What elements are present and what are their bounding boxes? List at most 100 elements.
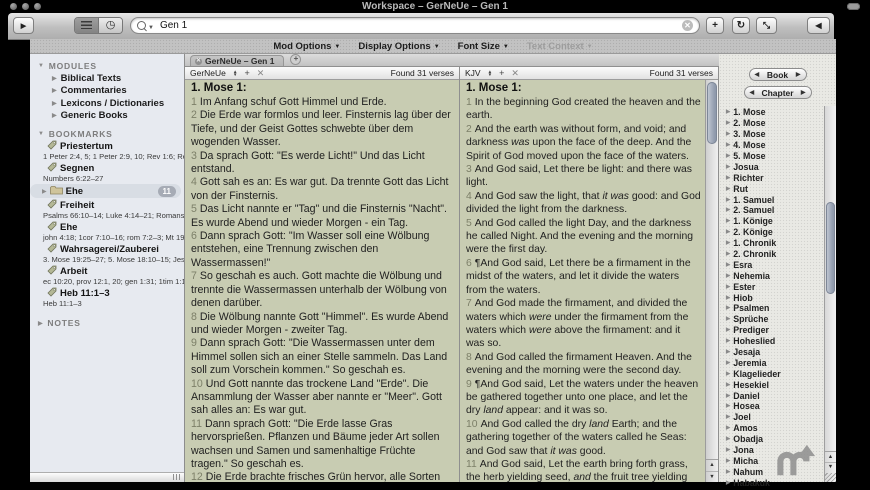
toolbar-toggle-lozenge-button[interactable] bbox=[847, 3, 860, 10]
book-item-1-k-nige[interactable]: ▶ 1. Könige bbox=[726, 216, 836, 227]
book-item-2-k-nige[interactable]: ▶ 2. Könige bbox=[726, 227, 836, 238]
verse: 3 Da sprach Gott: "Es werde Licht!" Und d… bbox=[191, 149, 425, 176]
bookmark-folder-ehe[interactable]: ▶ Ehe 11 bbox=[30, 184, 181, 198]
menu-item-font-size[interactable]: Font Size ▼ bbox=[458, 41, 509, 52]
book-item-hoheslied[interactable]: ▶ Hoheslied bbox=[726, 336, 836, 347]
bookmark-item[interactable]: Arbeit ec 10:20, prov 12:1, 20; gen 1:31;… bbox=[30, 265, 184, 286]
scroll-up-icon[interactable]: ▲ bbox=[825, 452, 836, 462]
expand-window-button[interactable]: ⤡ bbox=[756, 17, 777, 34]
menu-item-mod-options[interactable]: Mod Options ▼ bbox=[273, 41, 340, 52]
history-view-button[interactable]: ◷ bbox=[98, 18, 122, 33]
book-item-nehemia[interactable]: ▶ Nehemia bbox=[726, 270, 836, 281]
next-chapter-icon[interactable]: ▶ bbox=[801, 89, 806, 96]
module-select[interactable]: GerNeUe bbox=[190, 68, 226, 78]
book-item-klagelieder[interactable]: ▶ Klagelieder bbox=[726, 368, 836, 379]
bookmark-item[interactable]: Segnen Numbers 6:22–27 bbox=[30, 162, 184, 183]
close-pane-button[interactable]: ✕ bbox=[511, 68, 519, 78]
close-window-button[interactable] bbox=[10, 3, 17, 10]
book-label: 2. Mose bbox=[733, 118, 766, 129]
search-input[interactable]: Gen 1 bbox=[160, 20, 682, 31]
next-book-icon[interactable]: ▶ bbox=[796, 71, 801, 78]
sidebar-toggle-button[interactable]: ◀ bbox=[807, 17, 830, 34]
instant-details-button[interactable]: ▶ bbox=[13, 17, 34, 34]
search-menu-chevron-icon[interactable]: ▼ bbox=[148, 25, 154, 31]
add-pane-button[interactable]: + bbox=[499, 68, 504, 78]
tab-gerneue-gen1[interactable]: ✕ GerNeUe – Gen 1 bbox=[190, 55, 285, 66]
book-item-josua[interactable]: ▶ Josua bbox=[726, 161, 836, 172]
scrollbar-grip-icon[interactable] bbox=[173, 474, 182, 480]
bookmark-item[interactable]: Wahrsagerei/Zauberei 3. Mose 19:25–27; 5.… bbox=[30, 243, 184, 264]
verse-number: 12 bbox=[191, 471, 203, 482]
previous-chapter-icon[interactable]: ◀ bbox=[750, 89, 755, 96]
book-item-2-mose[interactable]: ▶ 2. Mose bbox=[726, 118, 836, 129]
book-item-obadja[interactable]: ▶ Obadja bbox=[726, 434, 836, 445]
gerneue-text-body[interactable]: 1. Mose 1: 1 Im Anfang schuf Gott Himmel … bbox=[185, 80, 459, 482]
sidebar-horizontal-scrollbar[interactable] bbox=[30, 472, 184, 482]
kjv-text-body[interactable]: 1. Mose 1: 1 In the beginning God created… bbox=[460, 80, 718, 482]
search-field[interactable]: ▼ Gen 1 ✕ bbox=[130, 17, 700, 34]
book-item-5-mose[interactable]: ▶ 5. Mose bbox=[726, 151, 836, 162]
verse-number: 4 bbox=[466, 190, 472, 202]
module-select[interactable]: KJV bbox=[465, 68, 481, 78]
scroll-down-icon[interactable]: ▼ bbox=[706, 470, 718, 483]
list-view-button[interactable] bbox=[75, 18, 98, 33]
book-item-hiob[interactable]: ▶ Hiob bbox=[726, 292, 836, 303]
book-item-hesekiel[interactable]: ▶ Hesekiel bbox=[726, 379, 836, 390]
bookmark-item[interactable]: Ehe john 4:18; 1cor 7:10–16; rom 7:2–3; M… bbox=[30, 221, 184, 242]
refresh-button[interactable]: ↻ bbox=[732, 17, 750, 34]
close-tab-icon[interactable]: ✕ bbox=[195, 57, 202, 65]
scrollbar-thumb[interactable] bbox=[707, 82, 717, 144]
stepper-icon[interactable]: ▲ ▼ bbox=[233, 69, 238, 77]
bookmark-item[interactable]: Heb 11:1–3 Heb 11:1–3 bbox=[30, 287, 184, 308]
chapter-nav-label[interactable]: Chapter bbox=[761, 88, 793, 98]
sidebar-section-modules[interactable]: ▼ MODULES bbox=[30, 60, 184, 72]
book-item-amos[interactable]: ▶ Amos bbox=[726, 423, 836, 434]
book-item-joel[interactable]: ▶ Joel bbox=[726, 412, 836, 423]
bookmark-item[interactable]: Priestertum 1 Peter 2:4, 5; 1 Peter 2:9, … bbox=[30, 140, 184, 161]
book-item-rut[interactable]: ▶ Rut bbox=[726, 183, 836, 194]
book-item-richter[interactable]: ▶ Richter bbox=[726, 172, 836, 183]
close-pane-button[interactable]: ✕ bbox=[257, 68, 265, 78]
kjv-vertical-scrollbar[interactable]: ▲ ▼ bbox=[705, 80, 718, 482]
book-item-daniel[interactable]: ▶ Daniel bbox=[726, 390, 836, 401]
sidebar-item-generic-books[interactable]: ▶ Generic Books bbox=[30, 110, 184, 123]
book-item-1-samuel[interactable]: ▶ 1. Samuel bbox=[726, 194, 836, 205]
book-item-prediger[interactable]: ▶ Prediger bbox=[726, 325, 836, 336]
sidebar-item-biblical-texts[interactable]: ▶ Biblical Texts bbox=[30, 72, 184, 85]
bookmark-item[interactable]: Freiheit Psalms 66:10–14; Luke 4:14–21; R… bbox=[30, 199, 184, 220]
stepper-icon[interactable]: ▲ ▼ bbox=[488, 69, 493, 77]
book-item-jeremia[interactable]: ▶ Jeremia bbox=[726, 357, 836, 368]
book-item-1-chronik[interactable]: ▶ 1. Chronik bbox=[726, 238, 836, 249]
books-vertical-scrollbar[interactable]: ▲ ▼ bbox=[824, 106, 836, 482]
scroll-up-icon[interactable]: ▲ bbox=[706, 460, 718, 471]
book-item-4-mose[interactable]: ▶ 4. Mose bbox=[726, 140, 836, 151]
previous-book-icon[interactable]: ◀ bbox=[755, 71, 760, 78]
menu-item-text-context[interactable]: Text Context ▼ bbox=[527, 41, 593, 52]
zoom-window-button[interactable] bbox=[34, 3, 41, 10]
book-item-spr-che[interactable]: ▶ Sprüche bbox=[726, 314, 836, 325]
book-item-hosea[interactable]: ▶ Hosea bbox=[726, 401, 836, 412]
new-tab-button[interactable]: + bbox=[290, 54, 302, 65]
book-item-1-mose[interactable]: ▶ 1. Mose bbox=[726, 107, 836, 118]
scroll-down-icon[interactable]: ▼ bbox=[825, 461, 836, 473]
sidebar-item-lexicons-dictionaries[interactable]: ▶ Lexicons / Dictionaries bbox=[30, 97, 184, 110]
sidebar-section-bookmarks[interactable]: ▼ BOOKMARKS bbox=[30, 128, 184, 140]
book-item-jesaja[interactable]: ▶ Jesaja bbox=[726, 347, 836, 358]
sidebar-section-notes[interactable]: ▶ NOTES bbox=[30, 317, 184, 329]
book-item-3-mose[interactable]: ▶ 3. Mose bbox=[726, 129, 836, 140]
book-nav-label[interactable]: Book bbox=[767, 70, 788, 80]
menu-item-display-options[interactable]: Display Options ▼ bbox=[358, 41, 439, 52]
book-item-2-chronik[interactable]: ▶ 2. Chronik bbox=[726, 249, 836, 260]
add-tab-toolbar-button[interactable]: + bbox=[706, 17, 724, 34]
book-item-ester[interactable]: ▶ Ester bbox=[726, 281, 836, 292]
triangle-right-icon: ▶ bbox=[726, 261, 731, 268]
book-item-psalmen[interactable]: ▶ Psalmen bbox=[726, 303, 836, 314]
add-pane-button[interactable]: + bbox=[244, 68, 249, 78]
scrollbar-thumb[interactable] bbox=[826, 202, 835, 294]
minimize-window-button[interactable] bbox=[22, 3, 29, 10]
sidebar-item-commentaries[interactable]: ▶ Commentaries bbox=[30, 85, 184, 98]
book-item-2-samuel[interactable]: ▶ 2. Samuel bbox=[726, 205, 836, 216]
book-item-esra[interactable]: ▶ Esra bbox=[726, 259, 836, 270]
clear-search-icon[interactable]: ✕ bbox=[682, 20, 693, 31]
window-resize-grip-icon[interactable] bbox=[824, 473, 836, 482]
